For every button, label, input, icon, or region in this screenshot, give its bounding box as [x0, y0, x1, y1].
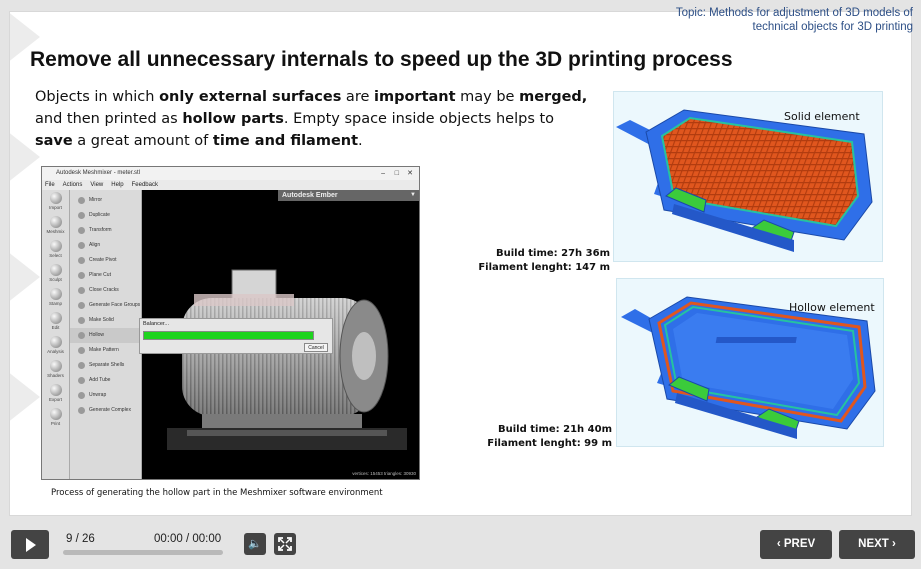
analysis-icon — [49, 336, 62, 348]
tool-print: Print — [42, 406, 69, 430]
volume-button[interactable]: 🔈 — [244, 533, 266, 555]
solid-element-label: Solid element — [784, 110, 860, 123]
hollow-element-panel: Hollow element — [616, 278, 884, 447]
sculpt-icon — [49, 264, 62, 276]
hollow-element-label: Hollow element — [789, 301, 875, 314]
slide-description: Objects in which only external surfaces … — [35, 89, 588, 149]
topic-line-1: Topic: Methods for adjustment of 3D mode… — [675, 7, 913, 19]
edit-icon — [49, 312, 62, 324]
menu-item-close-cracks: Close Cracks — [70, 283, 141, 298]
meshmixer-menubar: File Actions View Help Feedback — [42, 180, 419, 190]
import-icon — [49, 192, 62, 204]
meshmixer-screenshot: Autodesk Meshmixer - meter.stl – □ ✕ Fil… — [41, 166, 420, 480]
menu-item-generate-face-groups: Generate Face Groups — [70, 298, 141, 313]
meshmixer-titlebar: Autodesk Meshmixer - meter.stl – □ ✕ — [42, 167, 419, 180]
fullscreen-button[interactable] — [274, 533, 296, 555]
next-button[interactable]: NEXT › — [839, 530, 915, 559]
menu-item-align: Align — [70, 238, 141, 253]
tool-stamp: Stamp — [42, 286, 69, 310]
screenshot-caption: Process of generating the hollow part in… — [51, 488, 383, 498]
hollow-progress-dialog: Balancer... Cancel — [139, 318, 333, 354]
play-button[interactable] — [11, 530, 49, 559]
menu-view: View — [90, 182, 104, 188]
decor-chevron — [10, 222, 40, 332]
decor-chevron — [10, 342, 40, 452]
menu-item-separate-shells: Separate Shells — [70, 358, 141, 373]
maximize-icon: □ — [394, 170, 399, 177]
menu-item-unwrap: Unwrap — [70, 388, 141, 403]
mesh-stats: vertices: 15453 triangles: 30930 — [352, 471, 416, 476]
chevron-left-icon: ‹ — [776, 538, 784, 550]
menu-item-add-tube: Add Tube — [70, 373, 141, 388]
tool-import: Import — [42, 190, 69, 214]
tool-edit: Edit — [42, 310, 69, 334]
solid-element-panel: Solid element — [613, 91, 883, 262]
hollow-stats: Build time: 21h 40m Filament lenght: 99 … — [470, 423, 612, 451]
chevron-down-icon: ▼ — [410, 192, 416, 198]
menu-item-create-pivot: Create Pivot — [70, 253, 141, 268]
fullscreen-icon — [278, 537, 292, 551]
speaker-icon: 🔈 — [248, 538, 262, 550]
menu-item-make-pattern: Make Pattern — [70, 343, 141, 358]
solid-build-time: Build time: 27h 36m — [496, 248, 610, 259]
dialog-title: Balancer... — [143, 321, 169, 327]
tool-select: Select — [42, 238, 69, 262]
prev-button[interactable]: ‹ PREV — [760, 530, 832, 559]
export-icon — [49, 384, 62, 396]
slide-title: Remove all unnecessary internals to spee… — [30, 48, 733, 71]
tool-sculpt: Sculpt — [42, 262, 69, 286]
minimize-icon: – — [381, 170, 385, 177]
slide-counter: 9 / 26 — [66, 533, 95, 545]
tool-meshmix: Meshmix — [42, 214, 69, 238]
printer-selector: Autodesk Ember ▼ — [278, 190, 419, 201]
tool-shaders: Shaders — [42, 358, 69, 382]
menu-item-plane-cut: Plane Cut — [70, 268, 141, 283]
print-icon — [49, 408, 62, 420]
menu-item-generate-complex: Generate Complex — [70, 403, 141, 418]
shaders-icon — [49, 360, 62, 372]
menu-feedback: Feedback — [131, 182, 158, 188]
hollow-filament: Filament lenght: 99 m — [487, 438, 612, 449]
stamp-icon — [49, 288, 62, 300]
meshmixer-edit-menu: Mirror Duplicate Transform Align Create … — [70, 190, 142, 479]
meshmixer-toolbar: Import Meshmix Select Sculpt Stamp Edit … — [42, 190, 70, 479]
close-icon: ✕ — [407, 170, 413, 177]
menu-actions: Actions — [62, 182, 83, 188]
dialog-progress-bar — [143, 331, 315, 340]
select-icon — [49, 240, 62, 252]
menu-item-transform: Transform — [70, 223, 141, 238]
hollow-build-time: Build time: 21h 40m — [498, 424, 612, 435]
menu-file: File — [45, 182, 55, 188]
tool-export: Export — [42, 382, 69, 406]
menu-item-hollow: Hollow — [70, 328, 141, 343]
topic-line-2: technical objects for 3D printing — [752, 21, 913, 33]
solid-filament: Filament lenght: 147 m — [478, 262, 610, 273]
dialog-cancel-button: Cancel — [304, 343, 328, 352]
topic-label: Topic: Methods for adjustment of 3D mode… — [613, 6, 913, 34]
player-controls: 9 / 26 00:00 / 00:00 🔈 ‹ PREV NEXT › — [0, 520, 921, 569]
playback-progress-bar[interactable] — [63, 550, 223, 555]
solid-stats: Build time: 27h 36m Filament lenght: 147… — [470, 247, 610, 275]
menu-help: Help — [111, 182, 124, 188]
playback-time: 00:00 / 00:00 — [154, 533, 222, 545]
tool-analysis: Analysis — [42, 334, 69, 358]
chevron-right-icon: › — [888, 538, 896, 550]
menu-item-mirror: Mirror — [70, 193, 141, 208]
meshmix-icon — [49, 216, 62, 228]
menu-item-make-solid: Make Solid — [70, 313, 141, 328]
menu-item-duplicate: Duplicate — [70, 208, 141, 223]
